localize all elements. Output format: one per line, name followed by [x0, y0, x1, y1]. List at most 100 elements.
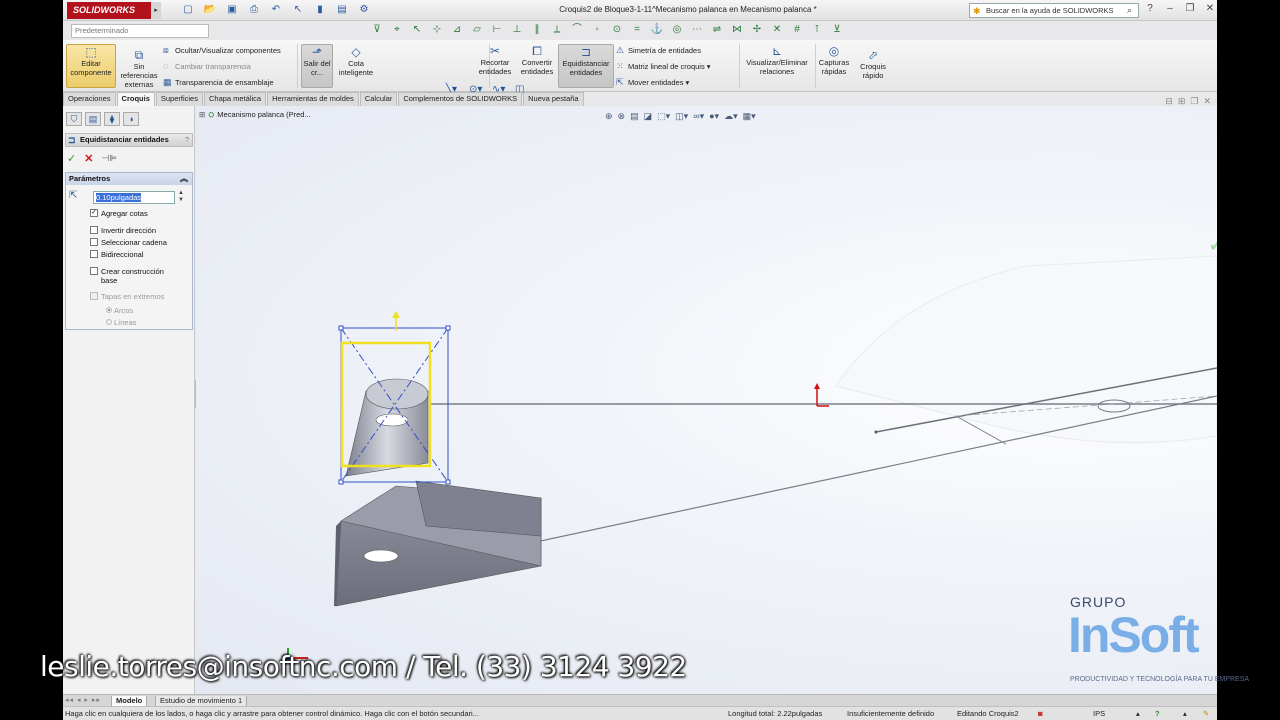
- sketch-handle[interactable]: [445, 479, 451, 485]
- trim-entities-button[interactable]: ✂ Recortar entidades: [473, 44, 517, 88]
- assembly-transparency-button[interactable]: ▦ Transparencia de ensamblaje: [163, 77, 274, 88]
- zoom-area-icon[interactable]: ⊗: [618, 111, 626, 122]
- scene-icon[interactable]: ☁▾: [724, 111, 738, 122]
- point-select-icon[interactable]: ↖: [409, 24, 425, 36]
- print-icon[interactable]: ⎙: [245, 3, 263, 17]
- menu-expand-icon[interactable]: ▸: [151, 2, 161, 19]
- edit-appearance-icon[interactable]: ●▾: [709, 111, 719, 122]
- relation-intersect-icon[interactable]: ✕: [769, 24, 785, 36]
- configuration-tab-icon[interactable]: ⧫: [104, 112, 120, 126]
- help-icon[interactable]: ?: [185, 134, 189, 146]
- section-view-icon[interactable]: ◪: [644, 111, 653, 122]
- tab-superficies[interactable]: Superficies: [155, 92, 203, 106]
- feature-tree-tab-icon[interactable]: ⛉: [66, 112, 82, 126]
- save-icon[interactable]: ▣: [223, 3, 241, 17]
- property-manager-tab-icon[interactable]: ▤: [85, 112, 101, 126]
- display-manager-tab-icon[interactable]: ◑: [123, 112, 139, 126]
- relation-horizontal-icon[interactable]: ⊢: [489, 24, 505, 36]
- confirm-corner-check-icon[interactable]: ✔: [1209, 236, 1217, 256]
- zoom-fit-icon[interactable]: ⊕: [605, 111, 613, 122]
- expand-icon[interactable]: ⊞: [199, 110, 205, 119]
- base-construction-checkbox[interactable]: Crear construcción base: [90, 267, 180, 285]
- unit-system[interactable]: IPS: [1093, 707, 1105, 720]
- sketch-handle[interactable]: [338, 479, 344, 485]
- view-orientation-icon[interactable]: ⬚▾: [657, 111, 670, 122]
- units-dropdown-icon[interactable]: ▴: [1136, 707, 1140, 720]
- relation-tangent-icon[interactable]: ⌒: [569, 24, 585, 36]
- reverse-checkbox[interactable]: Invertir dirección: [90, 226, 156, 235]
- filter-icon[interactable]: ⊽: [369, 24, 385, 36]
- spinner-icon[interactable]: ▲ ▼: [178, 190, 184, 204]
- restore-icon[interactable]: ❐: [1183, 3, 1197, 14]
- move-entities-button[interactable]: ⇱ Mover entidades ▾: [616, 77, 689, 88]
- rapid-snaps-button[interactable]: ◎ Capturas rápidas: [817, 44, 851, 88]
- tab-calcular[interactable]: Calcular: [359, 92, 398, 106]
- relation-fix-icon[interactable]: ⚓: [649, 24, 665, 36]
- close-icon[interactable]: ✕: [1203, 3, 1217, 14]
- tab-operaciones[interactable]: Operaciones: [63, 92, 116, 106]
- rapid-sketch-button[interactable]: ⬀ Croquis rápido: [855, 48, 891, 88]
- sketch-handle[interactable]: [338, 325, 344, 331]
- relation-merge-icon[interactable]: ⋈: [729, 24, 745, 36]
- collapse-chevron-icon[interactable]: ︽: [180, 173, 188, 185]
- notification-icon[interactable]: ✎: [1203, 707, 1209, 720]
- offset-distance-input[interactable]: 0.10pulgadas: [93, 191, 175, 204]
- model-scene[interactable]: [196, 106, 1217, 694]
- bidirectional-checkbox[interactable]: Bidireccional: [90, 250, 144, 259]
- pin-icon[interactable]: ⊣⊫: [101, 152, 117, 165]
- undo-icon[interactable]: ↶: [267, 3, 285, 17]
- sketch-handle[interactable]: [445, 325, 451, 331]
- view-settings-icon[interactable]: ▦▾: [743, 111, 756, 122]
- select-arrow-icon[interactable]: ↖: [289, 3, 307, 17]
- relation-grid-icon[interactable]: #: [789, 24, 805, 36]
- display-delete-relations-button[interactable]: ⊾ Visualizar/Eliminar relaciones: [743, 44, 811, 88]
- add-dimensions-checkbox[interactable]: ✓ Agregar cotas: [90, 209, 148, 218]
- check-icon[interactable]: ✓: [67, 152, 76, 165]
- status-help[interactable]: ?: [1155, 707, 1160, 720]
- arcs-radio[interactable]: Arcos: [106, 306, 133, 315]
- mirror-entities-button[interactable]: ⚠ Simetría de entidades: [616, 45, 701, 56]
- change-transparency-button[interactable]: ◌ Cambiar transparencia: [163, 61, 251, 72]
- hide-show-components-button[interactable]: ⧈ Ocultar/Visualizar componentes: [163, 45, 281, 56]
- exit-sketch-button[interactable]: ⬏ Salir del cr...: [301, 44, 333, 88]
- options-gear-icon[interactable]: ⚙: [355, 3, 373, 17]
- snap-icon[interactable]: ⌖: [389, 24, 405, 36]
- feature-tree-flyout[interactable]: ⊞ ⛭ Mecanismo palanca (Pred...: [199, 110, 311, 120]
- convert-entities-button[interactable]: ⧠ Convertir entidades: [517, 44, 557, 88]
- display-style-icon[interactable]: ◫▾: [675, 111, 688, 122]
- linear-pattern-button[interactable]: ⁙ Matriz lineal de croquis ▾: [616, 61, 711, 72]
- minimize-icon[interactable]: –: [1163, 3, 1177, 14]
- relation-extra-icon[interactable]: ⊺: [809, 24, 825, 36]
- relation-midpoint-icon[interactable]: ⊙: [609, 24, 625, 36]
- relation-collinear-icon[interactable]: ⋯: [689, 24, 705, 36]
- hide-show-items-icon[interactable]: ∞▾: [693, 111, 704, 122]
- solidworks-logo[interactable]: SOLIDWORKS: [67, 2, 151, 19]
- relation-coincident-icon[interactable]: ◦: [589, 24, 605, 36]
- bracket-hole[interactable]: [363, 549, 399, 563]
- select-chain-checkbox[interactable]: Seleccionar cadena: [90, 238, 167, 247]
- relation-pierce-icon[interactable]: ✢: [749, 24, 765, 36]
- cap-ends-checkbox[interactable]: Tapas en extremos: [90, 292, 164, 301]
- offset-entities-button[interactable]: ⊐ Equidistanciar entidades: [558, 44, 614, 88]
- relation-vertical-icon[interactable]: ⊥: [509, 24, 525, 36]
- configuration-dropdown[interactable]: Predeterminado: [71, 24, 209, 38]
- x-icon[interactable]: ✕: [84, 152, 93, 165]
- boss-top-face[interactable]: [365, 378, 429, 410]
- tab-herramientas-moldes[interactable]: Herramientas de moldes: [267, 92, 359, 106]
- help-search-input[interactable]: ✱ Buscar en la ayuda de SOLIDWORKS ⌕: [969, 3, 1139, 18]
- lines-radio[interactable]: Líneas: [106, 318, 137, 327]
- tab-complementos[interactable]: Complementos de SOLIDWORKS: [398, 92, 523, 106]
- rebuild-indicator-icon[interactable]: ◙: [1038, 707, 1043, 720]
- edge-icon[interactable]: ⊿: [449, 24, 465, 36]
- search-icon[interactable]: ⌕: [1127, 4, 1132, 17]
- file-properties-icon[interactable]: ▤: [333, 3, 351, 17]
- relation-concentric-icon[interactable]: ◎: [669, 24, 685, 36]
- vertex-icon[interactable]: ⊹: [429, 24, 445, 36]
- previous-view-icon[interactable]: ▤: [630, 111, 639, 122]
- tab-croquis[interactable]: Croquis: [116, 92, 155, 106]
- smart-dimension-button[interactable]: ◇ Cota inteligente: [335, 45, 377, 87]
- parameters-group-title[interactable]: Parámetros ︽: [66, 173, 192, 185]
- no-external-refs-button[interactable]: ⧉ Sin referencias externas: [119, 48, 159, 89]
- relation-overflow-icon[interactable]: ⊻: [829, 24, 845, 36]
- relation-parallel-icon[interactable]: ∥: [529, 24, 545, 36]
